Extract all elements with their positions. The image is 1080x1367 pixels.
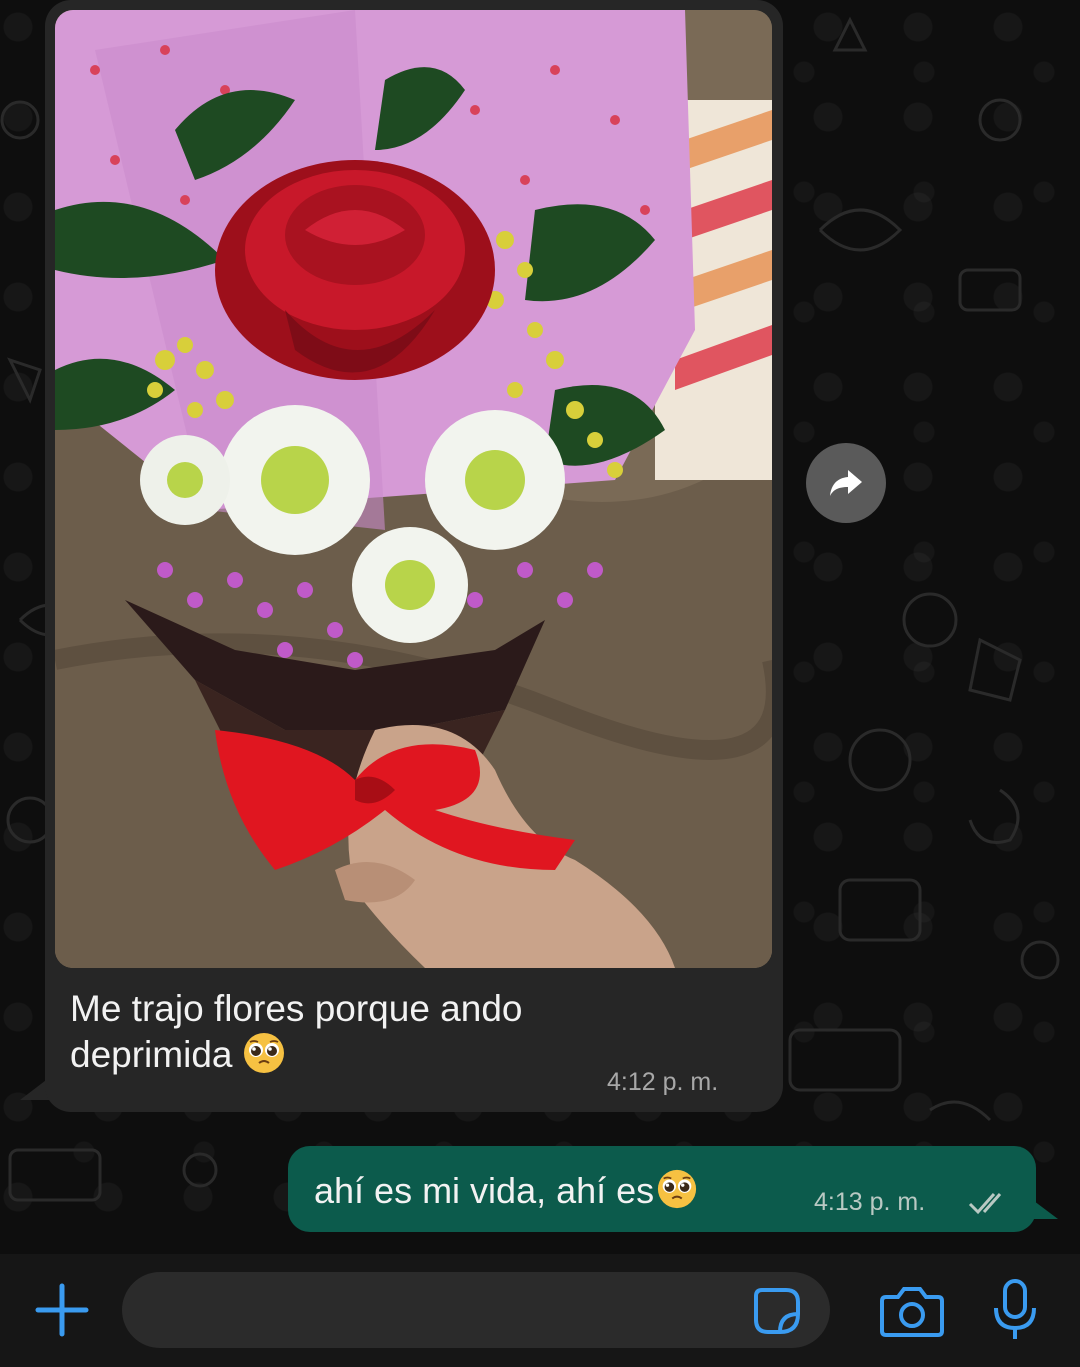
outgoing-text: ahí es mi vida, ahí es bbox=[314, 1170, 655, 1211]
outgoing-message: ahí es mi vida, ahí es bbox=[314, 1168, 698, 1212]
outgoing-timestamp: 4:13 p. m. bbox=[814, 1188, 926, 1216]
incoming-timestamp: 4:12 p. m. bbox=[607, 1068, 719, 1096]
chat-screen: Me trajo flores porque ando deprimida 4:… bbox=[0, 0, 1080, 1367]
camera-icon[interactable] bbox=[880, 1283, 944, 1339]
pleading-face-emoji bbox=[658, 1169, 697, 1209]
forward-icon bbox=[830, 470, 862, 496]
caption-text: Me trajo flores porque ando deprimida bbox=[70, 988, 523, 1076]
message-input[interactable] bbox=[122, 1272, 830, 1348]
double-check-icon bbox=[968, 1193, 1002, 1215]
bouquet-illustration bbox=[55, 10, 772, 968]
pleading-face-emoji bbox=[244, 1033, 285, 1074]
plus-icon[interactable] bbox=[32, 1280, 92, 1340]
incoming-caption: Me trajo flores porque ando deprimida bbox=[70, 986, 630, 1077]
bouquet-photo[interactable] bbox=[55, 10, 772, 968]
mic-icon[interactable] bbox=[990, 1278, 1040, 1342]
forward-button[interactable] bbox=[806, 443, 886, 523]
sticker-icon[interactable] bbox=[752, 1286, 802, 1336]
